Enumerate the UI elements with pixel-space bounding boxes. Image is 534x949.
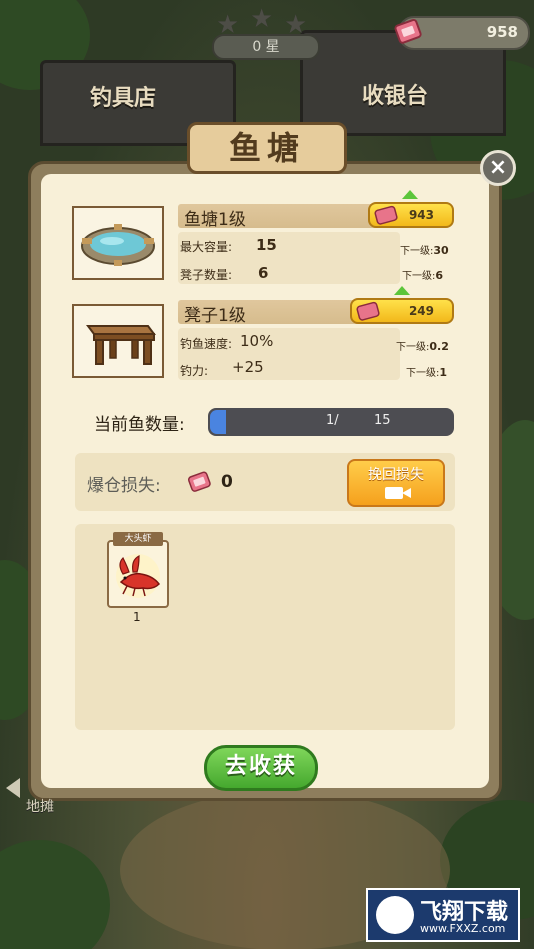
overflow-loss-label: 爆仓损失: bbox=[87, 476, 161, 496]
fish-count-current: 1/ bbox=[326, 413, 339, 428]
ticket-icon bbox=[394, 18, 422, 44]
stat-value: +25 bbox=[232, 358, 264, 376]
close-button[interactable]: × bbox=[480, 150, 516, 186]
star-icon: ★ bbox=[250, 4, 274, 34]
stool-upgrade-button[interactable]: 249 bbox=[350, 298, 454, 324]
stool-icon bbox=[86, 325, 156, 365]
watermark: 飞翔下载 www.FXXZ.com bbox=[366, 888, 520, 942]
catch-list: 大头虾 1 bbox=[75, 524, 455, 730]
ticket-icon bbox=[374, 205, 398, 225]
stool-icon-box bbox=[72, 304, 164, 378]
star-count: 0 星 bbox=[212, 34, 320, 60]
fish-count-fill bbox=[210, 410, 227, 434]
dialog-title: 鱼塘 bbox=[187, 122, 347, 174]
shop-sign-cashier: 收银台 bbox=[362, 83, 429, 109]
catch-item-name: 大头虾 bbox=[113, 532, 163, 546]
watermark-url: www.FXXZ.com bbox=[420, 922, 506, 935]
video-camera-lens bbox=[402, 488, 411, 498]
next-level-stat: 下一级:30 bbox=[400, 244, 449, 257]
next-level-stat: 下一级:6 bbox=[402, 269, 444, 282]
stat-value: 15 bbox=[256, 236, 277, 254]
upgrade-arrow-icon bbox=[402, 190, 418, 199]
pond-upgrade-button[interactable]: 943 bbox=[368, 202, 454, 228]
stat-value: 10% bbox=[240, 332, 274, 350]
video-camera-icon bbox=[385, 487, 403, 499]
pond-upgrade-cost: 943 bbox=[408, 208, 434, 222]
ticket-icon bbox=[356, 301, 380, 321]
harvest-button[interactable]: 去收获 bbox=[204, 745, 318, 791]
recover-loss-button[interactable]: 挽回损失 bbox=[347, 459, 445, 507]
overflow-loss-row: 爆仓损失: 0 挽回损失 bbox=[75, 453, 455, 511]
next-level-stat: 下一级:0.2 bbox=[396, 340, 449, 353]
lobster-icon bbox=[116, 554, 160, 598]
currency-display: 958 bbox=[394, 16, 530, 50]
pond-icon bbox=[81, 224, 155, 266]
stat-label: 钓鱼速度: bbox=[180, 337, 233, 351]
pond-level-label: 鱼塘1级 bbox=[184, 210, 246, 230]
stool-level-label: 凳子1级 bbox=[184, 306, 246, 326]
pond-icon-box bbox=[72, 206, 164, 280]
side-nav-label[interactable]: 地摊 bbox=[26, 796, 54, 816]
upgrade-arrow-icon bbox=[394, 286, 410, 295]
fish-count-max: 15 bbox=[374, 413, 391, 428]
fish-count-label: 当前鱼数量: bbox=[94, 415, 185, 435]
shop-sign-tackle: 钓具店 bbox=[90, 85, 157, 111]
catch-item-card[interactable] bbox=[107, 540, 169, 608]
next-level-stat: 下一级:1 bbox=[406, 366, 448, 379]
overflow-loss-value: 0 bbox=[221, 472, 233, 492]
stat-label: 凳子数量: bbox=[180, 268, 233, 282]
catch-item-qty: 1 bbox=[133, 610, 141, 624]
stat-label: 钓力: bbox=[180, 364, 209, 378]
stool-upgrade-cost: 249 bbox=[408, 304, 434, 318]
arrow-left-icon[interactable] bbox=[6, 778, 20, 798]
recover-loss-label: 挽回损失 bbox=[368, 467, 424, 483]
stat-value: 6 bbox=[258, 264, 269, 282]
ticket-icon bbox=[187, 471, 211, 492]
fish-count-progress: 1/ 15 bbox=[208, 408, 454, 436]
stat-label: 最大容量: bbox=[180, 240, 233, 254]
watermark-logo-icon bbox=[376, 896, 414, 934]
currency-value: 958 bbox=[486, 23, 518, 41]
